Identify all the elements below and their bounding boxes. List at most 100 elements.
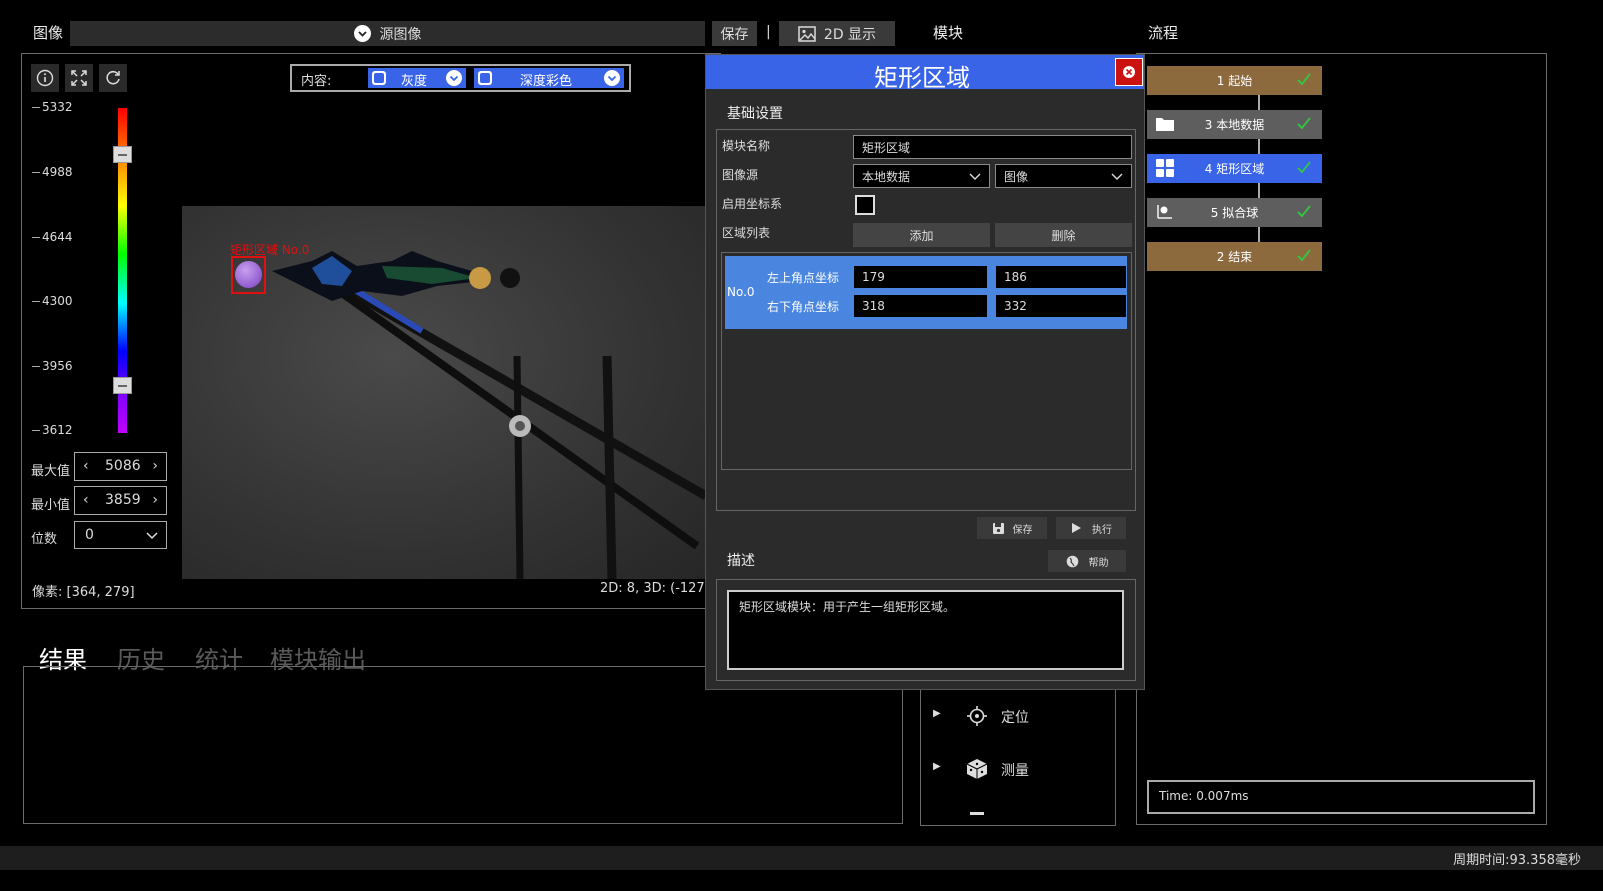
min-value: 3859 <box>105 492 141 508</box>
module-item-locate[interactable]: ▶ 定位 <box>933 704 1103 730</box>
source-image-label: 源图像 <box>379 26 422 43</box>
image-source-select-1[interactable]: 本地数据 <box>853 164 990 188</box>
dialog-run-button[interactable]: 执行 <box>1056 517 1126 539</box>
basic-settings-heading: 基础设置 <box>727 106 783 122</box>
digits-select[interactable]: 0 <box>74 521 167 549</box>
roi-rectangle[interactable] <box>231 256 266 294</box>
grid-icon <box>1156 159 1174 177</box>
add-region-button[interactable]: 添加 <box>853 223 990 247</box>
digits-value: 0 <box>85 527 94 543</box>
display-mode-button[interactable]: 2D 显示 <box>779 21 895 46</box>
info-icon <box>36 69 54 87</box>
enable-coords-checkbox[interactable] <box>855 195 875 215</box>
refresh-button[interactable] <box>99 64 127 92</box>
flow-node-label: 4 矩形区域 <box>1204 162 1265 176</box>
chevron-right-icon[interactable]: › <box>152 492 158 508</box>
header-save-button[interactable]: 保存 <box>712 21 757 46</box>
display-mode-label: 2D 显示 <box>823 26 877 43</box>
flow-node[interactable]: 5 拟合球 <box>1147 198 1322 227</box>
status-bar: 周期时间:93.358毫秒 <box>0 846 1603 870</box>
flow-node[interactable]: 2 结束 <box>1147 242 1322 271</box>
globe-icon <box>1066 555 1078 567</box>
scale-tick: 4988 <box>32 165 73 179</box>
delete-region-button[interactable]: 删除 <box>995 223 1132 247</box>
max-value-stepper[interactable]: ‹ 5086 › <box>74 452 167 481</box>
chevron-left-icon[interactable]: ‹ <box>83 458 89 474</box>
bottom-right-label: 右下角点坐标 <box>767 300 840 314</box>
region-row[interactable]: No.0 左上角点坐标 179 186 右下角点坐标 318 332 <box>725 256 1127 329</box>
bottom-right-y-input[interactable]: 332 <box>995 294 1127 318</box>
chevron-down-icon <box>146 532 158 540</box>
expand-arrow-icon: ▶ <box>933 708 941 719</box>
depth-color-label: 深度彩色 <box>520 74 573 89</box>
module-item-label: 测量 <box>1001 763 1029 779</box>
grayscale-option[interactable]: 灰度 <box>368 68 466 89</box>
time-readout: Time: 0.007ms <box>1147 780 1535 814</box>
pixel-info: 像素: [364, 279] <box>32 585 135 600</box>
close-icon <box>1123 66 1135 78</box>
content-label: 内容: <box>301 74 332 89</box>
flow-node[interactable]: 4 矩形区域 <box>1147 154 1322 183</box>
cycle-time: 周期时间:93.358毫秒 <box>1453 853 1581 868</box>
max-slider-handle[interactable] <box>113 146 132 163</box>
bottom-right-x-input[interactable]: 318 <box>853 294 988 318</box>
min-slider-handle[interactable] <box>113 377 132 394</box>
dialog-save-button[interactable]: 保存 <box>977 517 1047 539</box>
description-heading: 描述 <box>727 553 755 569</box>
dialog-save-label: 保存 <box>1012 524 1033 536</box>
chevron-down-icon <box>604 70 620 86</box>
chevron-down-icon <box>1111 173 1123 180</box>
dialog-titlebar[interactable]: 矩形区域 <box>706 55 1144 92</box>
check-icon <box>1297 205 1311 218</box>
module-name-label: 模块名称 <box>722 139 771 153</box>
info-button[interactable] <box>31 64 59 92</box>
description-box: 矩形区域模块：用于产生一组矩形区域。 <box>716 579 1136 681</box>
flow-node-label: 1 起始 <box>1216 74 1253 88</box>
flow-node-label: 3 本地数据 <box>1204 118 1265 132</box>
dialog-title: 矩形区域 <box>874 64 970 92</box>
max-value: 5086 <box>105 458 141 474</box>
help-label: 帮助 <box>1088 557 1109 569</box>
top-left-y-input[interactable]: 186 <box>995 265 1127 289</box>
region-id: No.0 <box>727 285 755 299</box>
module-item-label: 定位 <box>1001 710 1029 726</box>
image-label: 图像 <box>33 24 64 42</box>
checkbox-icon <box>478 71 492 85</box>
coord-info: 2D: 8, 3D: (-1277 <box>600 581 706 596</box>
top-left-x-input[interactable]: 179 <box>853 265 988 289</box>
max-label: 最大值 <box>31 464 71 479</box>
region-list-label: 区域列表 <box>722 226 771 240</box>
scale-tick: 3612 <box>32 423 73 437</box>
module-item-measure[interactable]: ▶ 测量 <box>933 757 1103 783</box>
chevron-right-icon[interactable]: › <box>152 458 158 474</box>
image-source-label: 图像源 <box>722 168 759 182</box>
module-name-input[interactable]: 矩形区域 <box>853 135 1132 159</box>
check-icon <box>1297 161 1311 174</box>
flow-node[interactable]: 1 起始 <box>1147 66 1322 95</box>
chevron-left-icon[interactable]: ‹ <box>83 492 89 508</box>
depth-color-option[interactable]: 深度彩色 <box>474 68 624 89</box>
dialog-close-button[interactable] <box>1115 58 1143 86</box>
flow-node-label: 2 结束 <box>1216 250 1253 264</box>
scale-tick: 3956 <box>32 359 73 373</box>
grayscale-label: 灰度 <box>401 74 428 89</box>
scale-tick: 4300 <box>32 294 73 308</box>
image-canvas[interactable]: 矩形区域 No.0 <box>182 206 706 579</box>
fullscreen-button[interactable] <box>65 64 93 92</box>
fit-sphere-icon <box>1157 205 1172 219</box>
scale-tick: 5332 <box>32 100 73 114</box>
source-image-select[interactable]: 源图像 <box>70 21 705 46</box>
help-button[interactable]: 帮助 <box>1048 550 1126 572</box>
chevron-down-icon <box>446 70 462 86</box>
flow-node[interactable]: 3 本地数据 <box>1147 110 1322 139</box>
header-separator: | <box>766 24 771 40</box>
dialog-run-label: 执行 <box>1092 524 1112 536</box>
image-source-select-2[interactable]: 图像 <box>995 164 1132 188</box>
image-icon <box>798 25 816 42</box>
enable-coords-label: 启用坐标系 <box>722 197 783 211</box>
check-icon <box>1297 249 1311 262</box>
image-source-value-1: 本地数据 <box>862 169 911 184</box>
expand-arrow-icon: ▶ <box>933 761 941 772</box>
chevron-down-icon <box>969 173 981 180</box>
min-value-stepper[interactable]: ‹ 3859 › <box>74 486 167 515</box>
